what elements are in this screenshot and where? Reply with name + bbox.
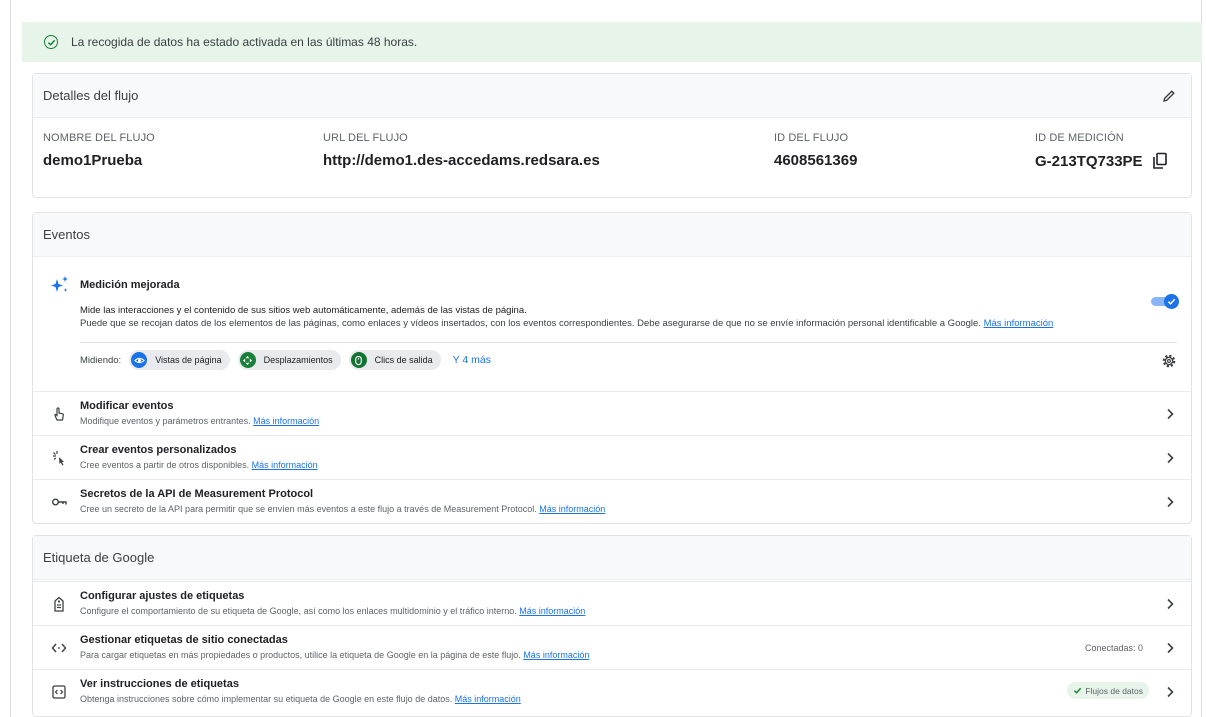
stream-details-title: Detalles del flujo [43,88,139,103]
view-tag-instructions-desc-text: Obtenga instrucciones sobre cómo impleme… [80,694,453,704]
create-custom-events-row[interactable]: Crear eventos personalizados Cree evento… [33,435,1191,479]
hand-pointer-icon [54,407,64,421]
measurement-protocol-secrets-desc: Cree un secreto de la API para permitir … [80,504,605,514]
modify-events-desc-text: Modifique eventos y parámetros entrantes… [80,416,251,426]
measurement-protocol-secrets-title: Secretos de la API de Measurement Protoc… [80,488,314,500]
chip-page-views[interactable]: Vistas de página [129,350,230,370]
configure-tag-settings-more-info-link[interactable]: Más información [519,606,585,616]
view-tag-instructions-desc: Obtenga instrucciones sobre cómo impleme… [80,694,521,704]
manage-connected-tags-title: Gestionar etiquetas de sitio conectadas [80,634,288,646]
chip-scrolls[interactable]: Desplazamientos [237,350,341,370]
measurement-protocol-secrets-desc-text: Cree un secreto de la API para permitir … [80,504,537,514]
chevron-right-icon [1167,642,1174,654]
stream-id-field: ID DEL FLUJO 4608561369 [774,132,857,169]
create-custom-events-desc-text: Cree eventos a partir de otros disponibl… [80,460,250,470]
copy-icon[interactable] [1152,152,1168,170]
chevron-right-icon [1167,598,1174,610]
key-icon [52,498,67,506]
measurement-id-field: ID DE MEDICIÓN G-213TQ733PE [1035,132,1168,170]
stream-url-label: URL DEL FLUJO [323,132,408,144]
stream-id-value: 4608561369 [774,152,858,169]
configure-tag-settings-desc-text: Configure el comportamiento de su etique… [80,606,517,616]
scroll-arrows-icon [239,352,256,368]
enhanced-measurement-desc-2-text: Puede que se recojan datos de los elemen… [80,318,981,329]
measurement-id-label: ID DE MEDICIÓN [1035,132,1124,144]
events-header: Eventos [33,213,1191,257]
enhanced-measurement-desc-1: Mide las interacciones y el contenido de… [80,305,527,316]
divider [80,342,1177,343]
code-icon [51,643,67,653]
enhanced-measurement-desc-2: Puede que se recojan datos de los elemen… [80,318,1053,329]
mouse-icon [350,352,367,368]
toggle-knob [1164,294,1179,309]
stream-url-field: URL DEL FLUJO http://demo1.des-accedams.… [323,132,600,169]
modify-events-title: Modificar eventos [80,400,174,412]
create-custom-events-desc: Cree eventos a partir de otros disponibl… [80,460,318,470]
stream-name-label: NOMBRE DEL FLUJO [43,132,155,144]
stream-url-value: http://demo1.des-accedams.redsara.es [323,152,600,169]
modify-events-desc: Modifique eventos y parámetros entrantes… [80,416,319,426]
measurement-id-value: G-213TQ733PE [1035,152,1143,170]
stream-details-header: Detalles del flujo [33,74,1191,118]
configure-tag-settings-desc: Configure el comportamiento de su etique… [80,606,585,616]
create-custom-events-more-info-link[interactable]: Más información [252,460,318,470]
modify-events-row[interactable]: Modificar eventos Modifique eventos y pa… [33,391,1191,435]
enhanced-measurement-section: Medición mejorada Mide las interacciones… [33,257,1191,380]
banner-text: La recogida de datos ha estado activada … [71,35,418,49]
click-burst-icon [53,451,64,466]
configure-tag-settings-title: Configurar ajustes de etiquetas [80,590,245,602]
enhanced-measurement-more-info-link[interactable]: Más información [984,318,1054,329]
configure-tag-settings-row[interactable]: Configurar ajustes de etiquetas Configur… [33,581,1191,625]
chevron-right-icon [1167,496,1174,508]
google-tag-title: Etiqueta de Google [43,550,155,565]
chip-page-views-label: Vistas de página [155,355,222,365]
create-custom-events-title: Crear eventos personalizados [80,444,237,456]
chevron-right-icon [1167,686,1174,698]
view-tag-instructions-row[interactable]: Ver instrucciones de etiquetas Obtenga i… [33,669,1191,713]
google-tag-card: Etiqueta de Google Configurar ajustes de… [32,535,1192,717]
measurement-protocol-more-info-link[interactable]: Más información [539,504,605,514]
collection-status-banner: La recogida de datos ha estado activada … [22,22,1202,62]
stream-name-value: demo1Prueba [43,152,143,169]
stream-details-card: Detalles del flujo NOMBRE DEL FLUJO demo… [32,73,1192,198]
measuring-chips: Midiendo: Vistas de página Desplazamient… [80,350,491,370]
manage-connected-tags-more-info-link[interactable]: Más información [523,650,589,660]
view-tag-instructions-more-info-link[interactable]: Más información [455,694,521,704]
connected-count: Conectadas: 0 [1084,643,1143,653]
google-tag-header: Etiqueta de Google [33,536,1191,580]
toggle-check-icon [1167,298,1176,305]
tag-icon [54,596,64,612]
data-streams-badge: Flujos de datos [1067,682,1149,699]
check-circle-icon [44,35,58,49]
edit-pencil-icon[interactable] [1161,88,1177,104]
measurement-protocol-secrets-row[interactable]: Secretos de la API de Measurement Protoc… [33,479,1191,523]
events-card: Eventos Medición mejorada Mide las inter… [32,212,1192,524]
modify-events-more-info-link[interactable]: Más información [253,416,319,426]
eye-icon [131,352,148,368]
chip-outbound-clicks-label: Clics de salida [374,355,433,365]
chip-scrolls-label: Desplazamientos [263,355,333,365]
enhanced-measurement-toggle[interactable] [1149,294,1179,309]
manage-connected-tags-desc: Para cargar etiquetas en más propiedades… [80,650,589,660]
stream-name-field: NOMBRE DEL FLUJO demo1Prueba [43,132,155,169]
enhanced-measurement-title: Medición mejorada [80,279,180,291]
manage-connected-tags-desc-text: Para cargar etiquetas en más propiedades… [80,650,521,660]
sparkle-icon [51,276,68,292]
code-window-icon [52,685,66,699]
view-tag-instructions-title: Ver instrucciones de etiquetas [80,678,239,690]
chevron-right-icon [1167,452,1174,464]
measurement-id-row: G-213TQ733PE [1035,152,1168,170]
gear-icon[interactable] [1161,353,1177,369]
check-icon [1074,687,1082,694]
more-chips-link[interactable]: Y 4 más [453,354,491,366]
measuring-label: Midiendo: [80,354,122,366]
stream-id-label: ID DEL FLUJO [774,132,849,144]
chip-outbound-clicks[interactable]: Clics de salida [348,350,441,370]
data-streams-badge-label: Flujos de datos [1085,685,1143,696]
manage-connected-tags-row[interactable]: Gestionar etiquetas de sitio conectadas … [33,625,1191,669]
events-title: Eventos [43,227,90,242]
chevron-right-icon [1167,408,1174,420]
